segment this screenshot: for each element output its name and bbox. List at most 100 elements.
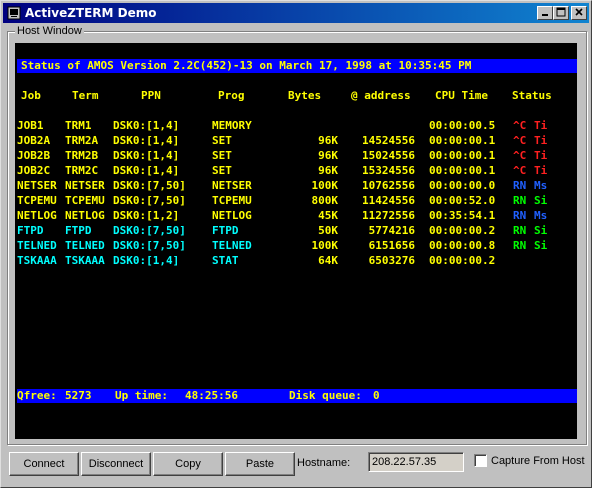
- cell-bytes: 96K: [318, 134, 338, 147]
- cell-bytes: 100K: [311, 239, 339, 252]
- cell-bytes: 800K: [311, 194, 339, 207]
- col-term: Term: [72, 89, 99, 102]
- cell-cpu: 00:00:00.0: [429, 179, 496, 192]
- cell-term: TRM2C: [65, 164, 99, 177]
- cell-addr: 5774216: [368, 224, 415, 237]
- cell-s2: Ti: [534, 119, 548, 132]
- cell-addr: 15024556: [362, 149, 415, 162]
- cell-ppn: DSK0:[7,50]: [113, 224, 186, 237]
- cell-addr: 11272556: [362, 209, 415, 222]
- cell-term: TRM1: [65, 119, 92, 132]
- cell-prog: TELNED: [212, 239, 252, 252]
- cell-s2: Si: [534, 224, 548, 237]
- cell-term: TRM2B: [65, 149, 99, 162]
- window-title: ActiveZTERM Demo: [25, 6, 157, 20]
- cell-ppn: DSK0:[1,4]: [113, 254, 180, 267]
- title-bar[interactable]: ActiveZTERM Demo: [3, 3, 589, 23]
- cell-addr: 11424556: [362, 194, 415, 207]
- cell-prog: NETSER: [212, 179, 252, 192]
- uptime-value: 48:25:56: [185, 389, 238, 402]
- cell-ppn: DSK0:[7,50]: [113, 179, 186, 192]
- app-icon: [7, 6, 21, 20]
- cell-cpu: 00:00:00.1: [429, 149, 496, 162]
- cell-prog: SET: [212, 134, 232, 147]
- cell-s2: Ti: [534, 149, 548, 162]
- cell-job: TELNED: [17, 239, 57, 252]
- cell-cpu: 00:00:00.5: [429, 119, 496, 132]
- cell-job: JOB2B: [17, 149, 51, 162]
- cell-cpu: 00:00:00.8: [429, 239, 496, 252]
- cell-ppn: DSK0:[1,4]: [113, 134, 180, 147]
- cell-addr: 10762556: [362, 179, 415, 192]
- connect-button[interactable]: Connect: [9, 452, 79, 476]
- cell-bytes: 96K: [318, 149, 338, 162]
- cell-s1: RN: [513, 194, 527, 207]
- cell-term: TCPEMU: [65, 194, 105, 207]
- cell-s1: ^C: [513, 164, 527, 177]
- col-cpu: CPU Time: [435, 89, 488, 102]
- cell-s2: Ti: [534, 134, 548, 147]
- cell-s1: ^C: [513, 119, 527, 132]
- col-job: Job: [21, 89, 41, 102]
- cell-s1: ^C: [513, 149, 527, 162]
- maximize-button[interactable]: [553, 6, 569, 20]
- uptime-label: Up time:: [115, 389, 168, 402]
- close-button[interactable]: [571, 6, 587, 20]
- hostname-label: Hostname:: [297, 457, 351, 469]
- minimize-icon: [542, 14, 548, 16]
- cell-s1: ^C: [513, 134, 527, 147]
- cell-addr: 15324556: [362, 164, 415, 177]
- cell-bytes: 100K: [311, 179, 339, 192]
- cell-cpu: 00:00:52.0: [429, 194, 496, 207]
- qfree-label: Qfree:: [17, 389, 57, 402]
- cell-prog: FTPD: [212, 224, 239, 237]
- capture-label: Capture From Host: [491, 455, 585, 467]
- hostname-input[interactable]: 208.22.57.35: [368, 452, 464, 472]
- cell-s2: Si: [534, 194, 548, 207]
- cell-bytes: 45K: [318, 209, 338, 222]
- cell-cpu: 00:00:00.1: [429, 164, 496, 177]
- col-bytes: Bytes: [288, 89, 322, 102]
- cell-term: FTPD: [65, 224, 92, 237]
- group-label: Host Window: [15, 25, 84, 37]
- cell-addr: 14524556: [362, 134, 415, 147]
- minimize-button[interactable]: [537, 6, 553, 20]
- terminal-screen[interactable]: Status of AMOS Version 2.2C(452)-13 on M…: [15, 43, 577, 439]
- cell-ppn: DSK0:[1,4]: [113, 149, 180, 162]
- paste-button[interactable]: Paste: [225, 452, 295, 476]
- col-prog: Prog: [218, 89, 245, 102]
- cell-bytes: 50K: [318, 224, 338, 237]
- cell-s1: RN: [513, 239, 527, 252]
- capture-checkbox[interactable]: [474, 454, 487, 467]
- cell-s2: Si: [534, 239, 548, 252]
- cell-ppn: DSK0:[1,2]: [113, 209, 180, 222]
- cell-cpu: 00:00:00.2: [429, 254, 496, 267]
- cell-prog: STAT: [212, 254, 239, 267]
- status-header: Status of AMOS Version 2.2C(452)-13 on M…: [21, 59, 472, 72]
- cell-ppn: DSK0:[7,50]: [113, 239, 186, 252]
- cell-job: TCPEMU: [17, 194, 57, 207]
- cell-bytes: 64K: [318, 254, 338, 267]
- app-window: ActiveZTERM Demo Host Window Status of A…: [0, 0, 592, 488]
- diskq-label: Disk queue:: [289, 389, 362, 402]
- cell-ppn: DSK0:[7,50]: [113, 194, 186, 207]
- cell-s1: RN: [513, 179, 527, 192]
- cell-prog: SET: [212, 164, 232, 177]
- cell-prog: MEMORY: [212, 119, 252, 132]
- disconnect-button[interactable]: Disconnect: [81, 452, 151, 476]
- cell-cpu: 00:35:54.1: [429, 209, 496, 222]
- cell-term: TELNED: [65, 239, 105, 252]
- cell-cpu: 00:00:00.2: [429, 224, 496, 237]
- qfree-value: 5273: [65, 389, 92, 402]
- cell-s1: RN: [513, 224, 527, 237]
- cell-ppn: DSK0:[1,4]: [113, 164, 180, 177]
- copy-button[interactable]: Copy: [153, 452, 223, 476]
- col-address: @ address: [351, 89, 411, 102]
- cell-s2: Ms: [534, 179, 548, 192]
- cell-prog: TCPEMU: [212, 194, 252, 207]
- cell-job: JOB1: [17, 119, 44, 132]
- cell-job: JOB2C: [17, 164, 51, 177]
- cell-s2: Ms: [534, 209, 548, 222]
- cell-s2: Ti: [534, 164, 548, 177]
- col-ppn: PPN: [141, 89, 161, 102]
